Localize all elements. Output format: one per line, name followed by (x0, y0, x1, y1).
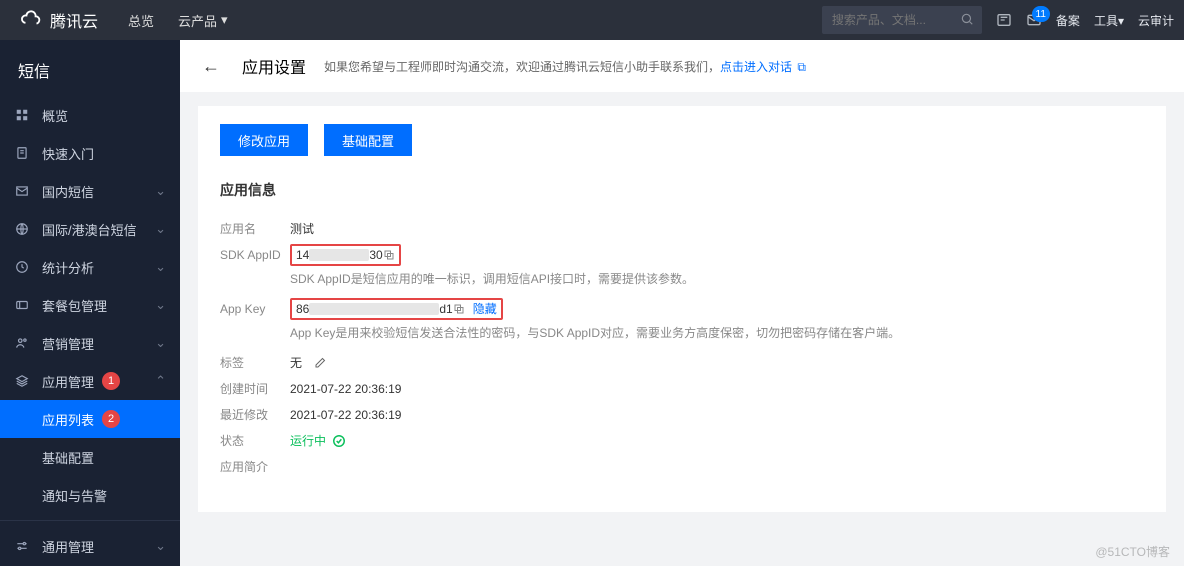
appkey-value: 86 d1 隐藏 (290, 298, 503, 320)
sidebar-title: 短信 (0, 40, 180, 96)
sidebar-item-general[interactable]: 通用管理 ⌄ (0, 527, 180, 565)
masked-content (309, 303, 439, 315)
edit-icon[interactable] (314, 357, 326, 369)
hide-link[interactable]: 隐藏 (473, 298, 497, 320)
copy-icon[interactable] (453, 303, 465, 315)
nav-products[interactable]: 云产品▾ (178, 11, 228, 30)
external-link-icon: ⧉ (794, 60, 806, 74)
header-tools[interactable]: 工具▾ (1094, 12, 1124, 29)
row-status: 状态 运行中 (220, 430, 1144, 452)
tag-label: 标签 (220, 352, 290, 374)
row-tag: 标签 无 (220, 352, 1144, 374)
sidebar-item-applist[interactable]: 应用列表 2 (0, 400, 180, 438)
header-right: 11 备案 工具▾ 云审计 (822, 6, 1174, 34)
stack-icon (14, 374, 30, 388)
page-title: 应用设置 (242, 54, 306, 78)
mail-icon (14, 184, 30, 198)
sidebar-item-quickstart[interactable]: 快速入门 (0, 134, 180, 172)
chevron-down-icon: ⌄ (155, 259, 166, 275)
created-value: 2021-07-22 20:36:19 (290, 378, 401, 400)
modified-value: 2021-07-22 20:36:19 (290, 404, 401, 426)
badge-1: 1 (102, 372, 120, 390)
chevron-up-icon: ⌃ (155, 373, 166, 389)
back-arrow-icon[interactable]: ← (202, 56, 224, 77)
content-area: ← 应用设置 如果您希望与工程师即时沟通交流，欢迎通过腾讯云短信小助手联系我们，… (180, 40, 1184, 566)
row-created: 创建时间 2021-07-22 20:36:19 (220, 378, 1144, 400)
button-row: 修改应用 基础配置 (220, 124, 1144, 156)
sdk-desc: SDK AppID是短信应用的唯一标识，调用短信API接口时，需要提供该参数。 (290, 270, 1144, 288)
globe-icon (14, 222, 30, 236)
appkey-redbox: 86 d1 隐藏 (290, 298, 503, 320)
sliders-icon (14, 539, 30, 553)
tag-value: 无 (290, 352, 326, 374)
sidebar-item-notify[interactable]: 通知与告警 (0, 476, 180, 514)
chevron-down-icon: ⌄ (155, 221, 166, 237)
sidebar-item-intl[interactable]: 国际/港澳台短信 ⌄ (0, 210, 180, 248)
cloud-icon (20, 9, 42, 31)
chevron-down-icon: ⌄ (155, 538, 166, 554)
brand-text: 腾讯云 (50, 8, 98, 32)
grid-icon (14, 108, 30, 122)
sdk-redbox: 14 30 (290, 244, 401, 266)
base-config-button[interactable]: 基础配置 (324, 124, 412, 156)
sidebar-item-package[interactable]: 套餐包管理 ⌄ (0, 286, 180, 324)
page-header: ← 应用设置 如果您希望与工程师即时沟通交流，欢迎通过腾讯云短信小助手联系我们，… (180, 40, 1184, 92)
appname-label: 应用名 (220, 218, 290, 240)
chevron-down-icon: ▾ (221, 12, 228, 28)
created-label: 创建时间 (220, 378, 290, 400)
appkey-label: App Key (220, 298, 290, 320)
ticket-icon (14, 298, 30, 312)
header-audit[interactable]: 云审计 (1138, 12, 1174, 29)
row-appname: 应用名 测试 (220, 218, 1144, 240)
section-title: 应用信息 (220, 180, 1144, 200)
brand-logo[interactable]: 腾讯云 (20, 8, 98, 32)
sidebar-item-baseconfig[interactable]: 基础配置 (0, 438, 180, 476)
chevron-down-icon: ⌄ (155, 335, 166, 351)
row-modified: 最近修改 2021-07-22 20:36:19 (220, 404, 1144, 426)
badge-2: 2 (102, 410, 120, 428)
sidebar-item-domestic[interactable]: 国内短信 ⌄ (0, 172, 180, 210)
chevron-down-icon: ⌄ (155, 183, 166, 199)
notice-text: 如果您希望与工程师即时沟通交流，欢迎通过腾讯云短信小助手联系我们，点击进入对话 … (324, 58, 806, 75)
sdk-value: 14 30 (290, 244, 401, 266)
sidebar: 短信 概览 快速入门 国内短信 ⌄ 国际/港澳台短信 ⌄ 统计分析 ⌄ 套餐包管… (0, 40, 180, 566)
chevron-down-icon: ⌄ (155, 297, 166, 313)
main-panel: 修改应用 基础配置 应用信息 应用名 测试 SDK AppID 14 30 SD… (198, 106, 1166, 512)
sdk-label: SDK AppID (220, 244, 290, 266)
sidebar-separator (0, 520, 180, 521)
copy-icon[interactable] (383, 249, 395, 261)
appname-value: 测试 (290, 218, 314, 240)
sidebar-item-stats[interactable]: 统计分析 ⌄ (0, 248, 180, 286)
sidebar-item-marketing[interactable]: 营销管理 ⌄ (0, 324, 180, 362)
top-nav: 总览 云产品▾ (128, 11, 228, 30)
notice-link[interactable]: 点击进入对话 (720, 60, 792, 74)
masked-content (309, 249, 369, 261)
sidebar-item-appmgmt[interactable]: 应用管理 1 ⌃ (0, 362, 180, 400)
modified-label: 最近修改 (220, 404, 290, 426)
search-input[interactable] (822, 6, 982, 34)
row-brief: 应用简介 (220, 456, 1144, 478)
brief-label: 应用简介 (220, 456, 290, 478)
people-icon (14, 336, 30, 350)
watermark: @51CTO博客 (1095, 543, 1170, 560)
edit-app-button[interactable]: 修改应用 (220, 124, 308, 156)
search-box[interactable] (822, 6, 982, 34)
appkey-desc: App Key是用来校验短信发送合法性的密码，与SDK AppID对应，需要业务… (290, 324, 1144, 342)
message-icon[interactable]: 11 (1026, 12, 1042, 28)
top-header: 腾讯云 总览 云产品▾ 11 备案 工具▾ 云审计 (0, 0, 1184, 40)
status-value: 运行中 (290, 430, 346, 452)
sidebar-item-overview[interactable]: 概览 (0, 96, 180, 134)
message-badge: 11 (1032, 6, 1050, 22)
row-sdkappid: SDK AppID 14 30 (220, 244, 1144, 266)
status-label: 状态 (220, 430, 290, 452)
clock-icon (14, 260, 30, 274)
nav-overview[interactable]: 总览 (128, 11, 154, 30)
search-icon[interactable] (960, 12, 974, 26)
check-circle-icon (332, 434, 346, 448)
row-appkey: App Key 86 d1 隐藏 (220, 298, 1144, 320)
shortcut-icon[interactable] (996, 12, 1012, 28)
doc-icon (14, 146, 30, 160)
header-beian[interactable]: 备案 (1056, 12, 1080, 29)
